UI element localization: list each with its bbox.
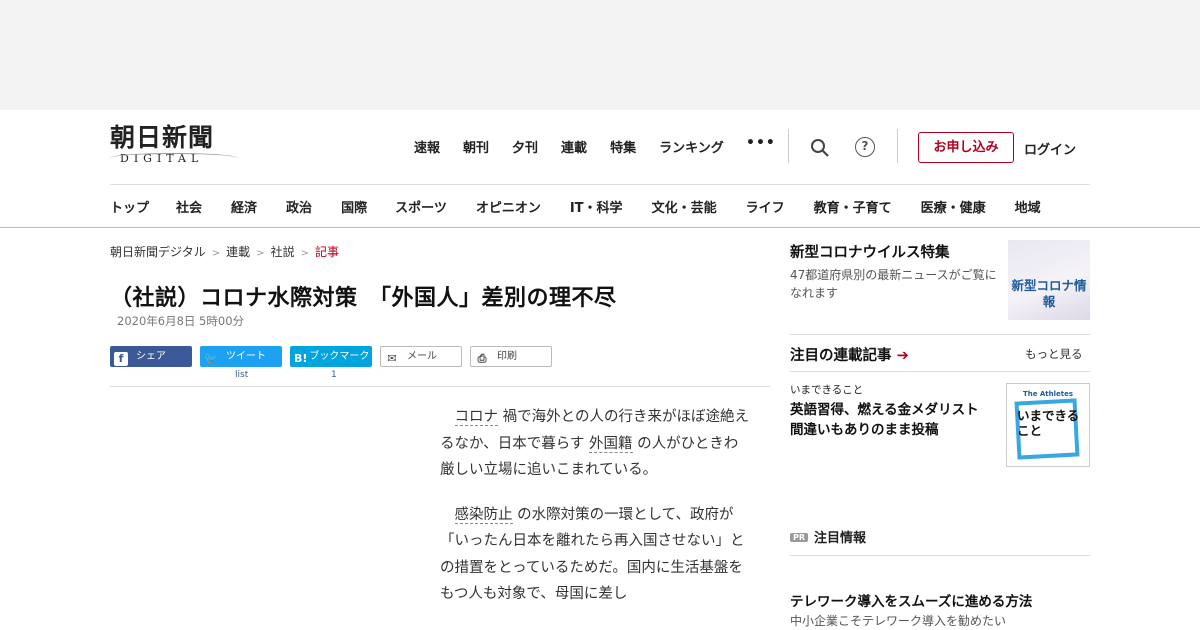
share-label: 印刷 [497, 351, 517, 362]
series-title-text: 注目の連載記事 [790, 348, 892, 364]
category-item[interactable]: 文化・芸能 [652, 197, 717, 216]
image-caption: The Athletes [1022, 390, 1074, 398]
twitter-share-count[interactable]: list [235, 370, 248, 380]
help-icon[interactable]: ? [855, 137, 875, 157]
pr-badge: PR [790, 533, 809, 542]
category-item[interactable]: ライフ [746, 197, 785, 216]
breadcrumb-sep: > [256, 248, 265, 259]
header-divider [897, 129, 898, 163]
category-item[interactable]: 政治 [286, 197, 312, 216]
image-text: いまできること [1017, 408, 1080, 438]
header-separator [110, 184, 1090, 185]
article-paragraph: コロナ 禍で海外との人の行き来がほぼ途絶えるなか、日本で暮らす 外国籍 の人がひ… [440, 404, 750, 484]
nav-item-yuukan[interactable]: 夕刊 [512, 137, 538, 156]
mail-icon: ✉ [387, 352, 397, 365]
logo-main-text: 朝日新聞 [110, 123, 215, 152]
series-item-image[interactable]: The Athletes いまできること [1006, 383, 1090, 467]
corona-image-text: 新型コロナ情報 [1011, 278, 1087, 309]
keyword-link[interactable]: 感染防止 [454, 506, 513, 524]
category-item[interactable]: 地域 [1015, 197, 1041, 216]
apply-button[interactable]: お申し込み [918, 132, 1014, 163]
breadcrumb-item[interactable]: 連載 [226, 245, 250, 259]
share-label: ブックマーク [309, 351, 370, 362]
corona-feature-title[interactable]: 新型コロナウイルス特集 [790, 241, 950, 262]
category-item[interactable]: スポーツ [395, 197, 447, 216]
article-body: コロナ 禍で海外との人の行き来がほぼ途絶えるなか、日本で暮らす 外国籍 の人がひ… [440, 404, 750, 626]
series-section-title: 注目の連載記事 ➔ [790, 344, 909, 365]
nav-item-rensai[interactable]: 連載 [561, 137, 587, 156]
nav-item-choukan[interactable]: 朝刊 [463, 137, 489, 156]
hatena-bookmark-button[interactable]: B! ブックマーク [290, 346, 372, 367]
category-item[interactable]: オピニオン [476, 197, 541, 216]
login-link[interactable]: ログイン [1024, 139, 1076, 158]
category-item[interactable]: 経済 [231, 197, 257, 216]
article-paragraph: 感染防止 の水際対策の一環として、政府が「いったん日本を離れたら再入国させない」… [440, 502, 750, 608]
mail-share-button[interactable]: ✉ メール [380, 346, 462, 367]
pr-section-header: PR 注目情報 [790, 527, 866, 546]
article-title: （社説）コロナ水際対策 「外国人」差別の理不尽 [110, 286, 617, 311]
corona-feature-image[interactable]: 新型コロナ情報 [1008, 240, 1090, 320]
top-nav: 速報 朝刊 夕刊 連載 特集 ランキング [414, 137, 747, 156]
keyword-link[interactable]: 外国籍 [589, 435, 633, 453]
twitter-icon: 🐦 [204, 352, 218, 365]
share-label: ツイート [226, 351, 266, 362]
keyword-link[interactable]: コロナ [454, 409, 498, 426]
breadcrumb-sep: > [211, 248, 221, 259]
category-nav: トップ 社会 経済 政治 国際 スポーツ オピニオン IT・科学 文化・芸能 ラ… [110, 197, 1041, 216]
share-label: メール [407, 351, 437, 362]
facebook-icon: f [114, 352, 128, 366]
print-icon: ⎙ [477, 352, 487, 365]
category-item[interactable]: 国際 [341, 197, 367, 216]
series-item-tag: いまできること [790, 384, 864, 396]
nav-item-sokuho[interactable]: 速報 [414, 137, 440, 156]
promo-desc: 中小企業こそテレワーク導入を勧めたい [790, 614, 1007, 628]
breadcrumb-sep: > [300, 248, 309, 259]
see-more-link[interactable]: もっと見る [1025, 346, 1083, 362]
category-item[interactable]: 教育・子育て [814, 197, 892, 216]
pr-title: 注目情報 [814, 531, 867, 546]
sidebar-divider [790, 555, 1090, 556]
breadcrumb-current: 記事 [314, 245, 339, 259]
logo-arc [110, 153, 238, 163]
nav-item-tokushu[interactable]: 特集 [610, 137, 636, 156]
breadcrumb-item[interactable]: 朝日新聞デジタル [110, 245, 206, 259]
search-icon[interactable] [810, 138, 830, 158]
article-divider [110, 386, 770, 387]
nav-item-ranking[interactable]: ランキング [659, 137, 724, 156]
site-header: 朝日新聞 DIGITAL 速報 朝刊 夕刊 連載 特集 ランキング ••• ? … [0, 110, 1200, 228]
promo-title[interactable]: テレワーク導入をスムーズに進める方法 [790, 590, 1032, 610]
share-label: シェア [136, 351, 166, 362]
article-date: 2020年6月8日 5時00分 [117, 314, 245, 328]
category-item[interactable]: 社会 [176, 197, 202, 216]
sidebar-divider [790, 371, 1090, 372]
sidebar-divider [790, 334, 1090, 335]
hatena-share-count[interactable]: 1 [331, 370, 337, 380]
breadcrumb-item[interactable]: 社説 [271, 245, 295, 259]
category-item[interactable]: トップ [110, 197, 149, 216]
header-divider [788, 129, 789, 163]
twitter-share-button[interactable]: 🐦 ツイート [200, 346, 282, 367]
site-logo[interactable]: 朝日新聞 DIGITAL [110, 124, 240, 168]
ad-banner-area [0, 0, 1200, 110]
series-item-title[interactable]: 英語習得、燃える金メダリスト 間違いもありのまま投稿 [790, 400, 995, 440]
print-button[interactable]: ⎙ 印刷 [470, 346, 552, 367]
more-menu-button[interactable]: ••• [746, 135, 776, 151]
category-item[interactable]: 医療・健康 [921, 197, 986, 216]
category-item[interactable]: IT・科学 [570, 197, 623, 216]
facebook-share-button[interactable]: f シェア [110, 346, 192, 367]
arrow-right-icon: ➔ [896, 348, 909, 364]
corona-feature-desc: 47都道府県別の最新ニュースがご覧になれます [790, 268, 997, 300]
breadcrumb: 朝日新聞デジタル > 連載 > 社説 > 記事 [110, 243, 339, 260]
hatena-icon: B! [294, 352, 308, 365]
